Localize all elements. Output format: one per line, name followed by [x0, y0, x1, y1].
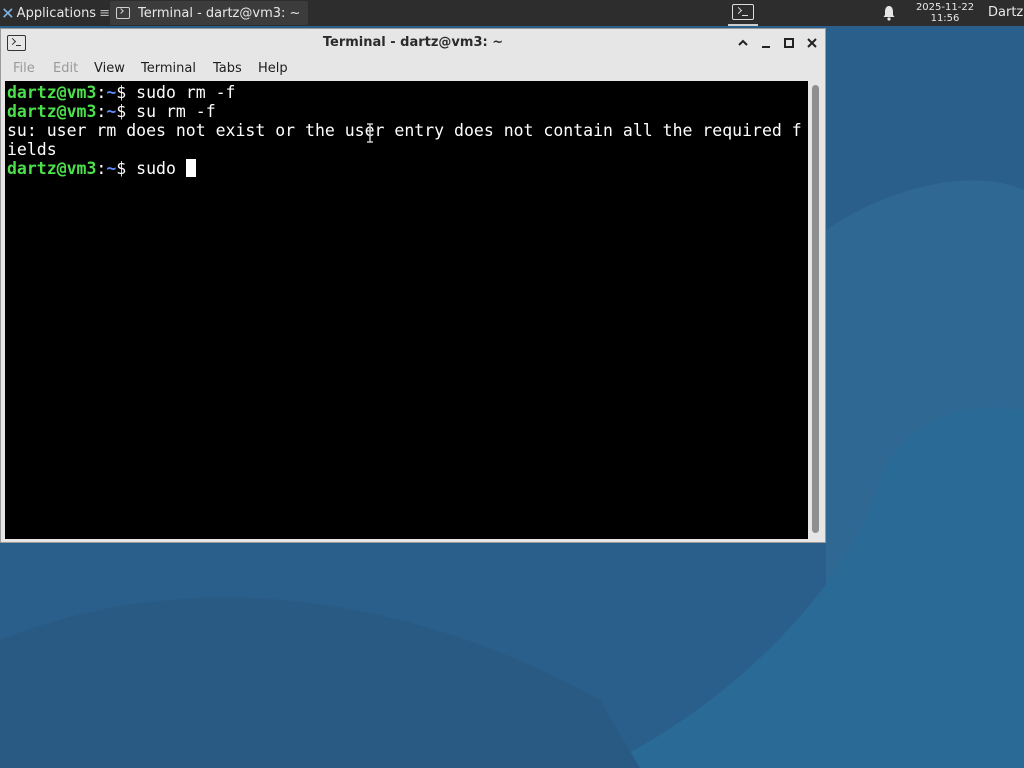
- terminal-launcher-button[interactable]: [728, 0, 758, 26]
- prompt-symbol: $: [116, 159, 127, 178]
- menu-file[interactable]: File: [13, 57, 35, 81]
- ibeam-cursor-icon: [367, 123, 373, 143]
- prompt-path: ~: [106, 102, 117, 121]
- applications-menu-button[interactable]: Applications ≡: [0, 0, 110, 26]
- vertical-scrollbar[interactable]: [809, 81, 823, 539]
- desktop: Applications ≡ Terminal - dartz@vm3: ~ 2…: [0, 0, 1024, 768]
- menu-view[interactable]: View: [94, 57, 125, 81]
- prompt-user: dartz@vm3: [7, 159, 97, 178]
- prompt-symbol: $: [116, 83, 127, 102]
- terminal-line: dartz@vm3:~$ su rm -f: [7, 102, 216, 121]
- applications-label: Applications: [16, 5, 97, 21]
- minimize-button[interactable]: [758, 35, 774, 51]
- terminal-icon: [116, 7, 130, 19]
- menu-edit[interactable]: Edit: [53, 57, 78, 81]
- notification-bell-icon[interactable]: [882, 5, 896, 21]
- maximize-button[interactable]: [781, 35, 797, 51]
- prompt-separator: :: [96, 102, 107, 121]
- terminal-output-line: ields: [7, 140, 57, 159]
- text-cursor: [185, 159, 196, 177]
- menu-tabs[interactable]: Tabs: [213, 57, 242, 81]
- terminal-line: dartz@vm3:~$ sudo: [7, 159, 196, 178]
- command-text: su rm -f: [126, 102, 216, 121]
- minimize-icon: [762, 46, 770, 48]
- taskbar-terminal-label: Terminal - dartz@vm3: ~: [138, 5, 301, 21]
- chevron-up-icon: [738, 39, 748, 46]
- menu-terminal[interactable]: Terminal: [141, 57, 196, 81]
- terminal-window: Terminal - dartz@vm3: ~ File Edit View T…: [0, 28, 826, 543]
- top-panel: Applications ≡ Terminal - dartz@vm3: ~ 2…: [0, 0, 1024, 26]
- panel-clock[interactable]: 2025-11-22 11:56: [905, 0, 985, 26]
- command-text: sudo: [126, 159, 186, 178]
- prompt-user: dartz@vm3: [7, 83, 97, 102]
- prompt-separator: :: [96, 159, 107, 178]
- clock-date: 2025-11-22: [915, 2, 975, 13]
- window-titlebar[interactable]: Terminal - dartz@vm3: ~: [1, 29, 825, 57]
- scrollbar-thumb[interactable]: [812, 85, 819, 533]
- shade-button[interactable]: [735, 35, 751, 51]
- clock-time: 11:56: [930, 13, 960, 24]
- terminal-line: dartz@vm3:~$ sudo rm -f: [7, 83, 236, 102]
- menubar: File Edit View Terminal Tabs Help: [1, 57, 825, 81]
- xfce-logo-icon: [3, 8, 13, 18]
- terminal-output[interactable]: dartz@vm3:~$ sudo rm -f dartz@vm3:~$ su …: [5, 81, 808, 539]
- taskbar-terminal-button[interactable]: Terminal - dartz@vm3: ~: [110, 1, 308, 25]
- maximize-icon: [784, 38, 794, 48]
- prompt-path: ~: [106, 83, 117, 102]
- close-icon: [807, 38, 817, 48]
- prompt-symbol: $: [116, 102, 127, 121]
- user-menu[interactable]: Dartz: [988, 0, 1023, 26]
- terminal-output-line: su: user rm does not exist or the user e…: [7, 121, 802, 140]
- prompt-separator: :: [96, 83, 107, 102]
- prompt-path: ~: [106, 159, 117, 178]
- window-title: Terminal - dartz@vm3: ~: [322, 35, 504, 50]
- prompt-user: dartz@vm3: [7, 102, 97, 121]
- menu-icon: ≡: [99, 5, 110, 21]
- command-text: sudo rm -f: [126, 83, 236, 102]
- terminal-launcher-icon: [732, 4, 754, 20]
- menu-help[interactable]: Help: [258, 57, 288, 81]
- close-button[interactable]: [804, 35, 820, 51]
